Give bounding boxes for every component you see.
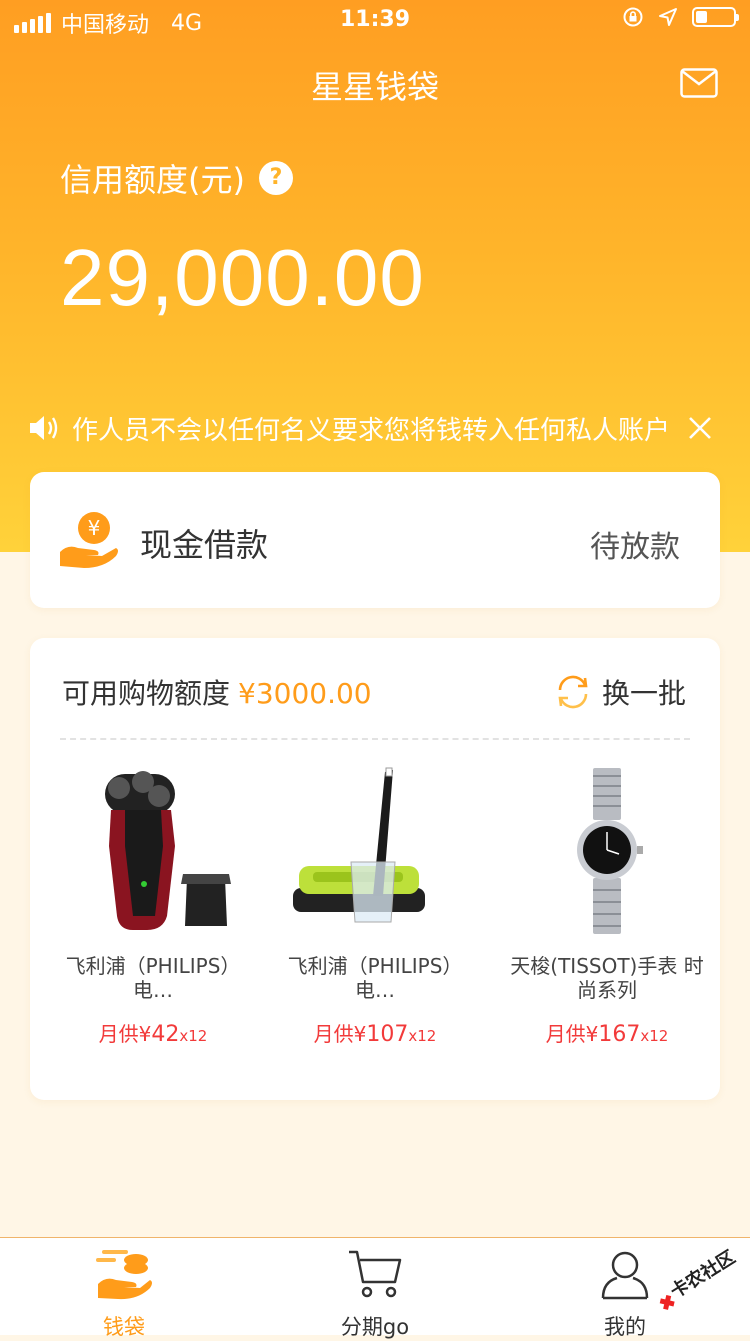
tab-installment[interactable]: 分期go bbox=[295, 1248, 455, 1341]
close-icon[interactable] bbox=[686, 414, 714, 442]
battery-level bbox=[696, 11, 707, 23]
tab-label: 我的 bbox=[604, 1315, 646, 1339]
price-prefix: 月供¥ bbox=[98, 1022, 152, 1046]
watermark-logo: 卡农社区 bbox=[659, 1246, 739, 1310]
cart-icon bbox=[349, 1250, 402, 1298]
refresh-button[interactable]: 换一批 bbox=[554, 672, 686, 712]
product-card[interactable]: 飞利浦（PHILIPS）电… 月供¥107x12 bbox=[270, 766, 480, 1047]
product-card[interactable]: 飞利浦（PHILIPS）电… 月供¥42x12 bbox=[48, 766, 258, 1047]
price-prefix: 月供¥ bbox=[545, 1022, 599, 1046]
product-price: 月供¥42x12 bbox=[48, 1018, 258, 1047]
refresh-label: 换一批 bbox=[601, 677, 686, 710]
divider bbox=[60, 738, 690, 740]
shopping-card: 可用购物额度 ¥3000.00 换一批 飞利浦（PHILIPS）电… 月供¥42x… bbox=[30, 638, 720, 1100]
wallet-icon bbox=[96, 1250, 152, 1300]
toothbrush-image bbox=[293, 767, 425, 923]
product-name: 天梭(TISSOT)手表 时尚系列 bbox=[510, 954, 704, 1002]
price-prefix: 月供¥ bbox=[313, 1022, 367, 1046]
price-value: 167 bbox=[598, 1022, 641, 1047]
watch-image bbox=[577, 768, 643, 934]
product-name: 飞利浦（PHILIPS）电… bbox=[65, 954, 241, 1002]
notice-text: 作人员不会以任何名义要求您将钱转入任何私人账户（如 bbox=[72, 415, 672, 446]
cash-loan-label: 现金借款 bbox=[140, 526, 269, 564]
location-icon bbox=[659, 8, 677, 26]
price-term: x12 bbox=[640, 1027, 669, 1045]
battery-icon bbox=[692, 7, 739, 27]
shaver-image bbox=[105, 771, 231, 930]
speaker-icon bbox=[30, 416, 58, 440]
shopping-limit-label: 可用购物额度 bbox=[62, 677, 231, 710]
shopping-header: 可用购物额度 ¥3000.00 bbox=[62, 672, 372, 712]
cash-loan-status: 待放款 bbox=[590, 530, 680, 565]
tab-bar: 钱袋 分期go 我的 bbox=[0, 1237, 750, 1339]
price-value: 42 bbox=[151, 1022, 180, 1047]
product-card[interactable]: 天梭(TISSOT)手表 时尚系列 月供¥167x12 bbox=[502, 766, 712, 1047]
product-price: 月供¥167x12 bbox=[502, 1018, 712, 1047]
notice-bar: 作人员不会以任何名义要求您将钱转入任何私人账户（如 bbox=[28, 410, 728, 446]
credit-limit-label: 信用额度(元) ? bbox=[60, 155, 293, 201]
tab-label: 分期go bbox=[340, 1315, 410, 1339]
product-price: 月供¥107x12 bbox=[270, 1018, 480, 1047]
credit-limit-text: 信用额度(元) bbox=[60, 161, 245, 199]
price-term: x12 bbox=[408, 1027, 437, 1045]
product-name: 飞利浦（PHILIPS）电… bbox=[287, 954, 463, 1002]
price-term: x12 bbox=[179, 1027, 208, 1045]
user-icon bbox=[601, 1251, 649, 1300]
credit-limit-amount: 29,000.00 bbox=[60, 233, 425, 322]
price-value: 107 bbox=[366, 1022, 409, 1047]
refresh-icon bbox=[558, 675, 588, 709]
status-bar: 中国移动 4G 11:39 bbox=[0, 0, 750, 40]
mail-icon[interactable] bbox=[680, 68, 718, 98]
help-icon[interactable]: ? bbox=[258, 161, 293, 195]
cash-loan-card[interactable]: ¥ 现金借款 待放款 bbox=[30, 472, 720, 608]
tab-wallet[interactable]: 钱袋 bbox=[44, 1248, 204, 1341]
shopping-limit-amount: ¥3000.00 bbox=[238, 677, 372, 710]
watermark-text: 卡农社区 bbox=[666, 1246, 739, 1303]
tab-label: 钱袋 bbox=[103, 1315, 145, 1339]
rotation-lock-icon bbox=[623, 7, 643, 27]
page-title: 星星钱袋 bbox=[310, 68, 439, 106]
cash-loan-icon: ¥ bbox=[60, 512, 118, 568]
svg-text:¥: ¥ bbox=[88, 516, 101, 540]
